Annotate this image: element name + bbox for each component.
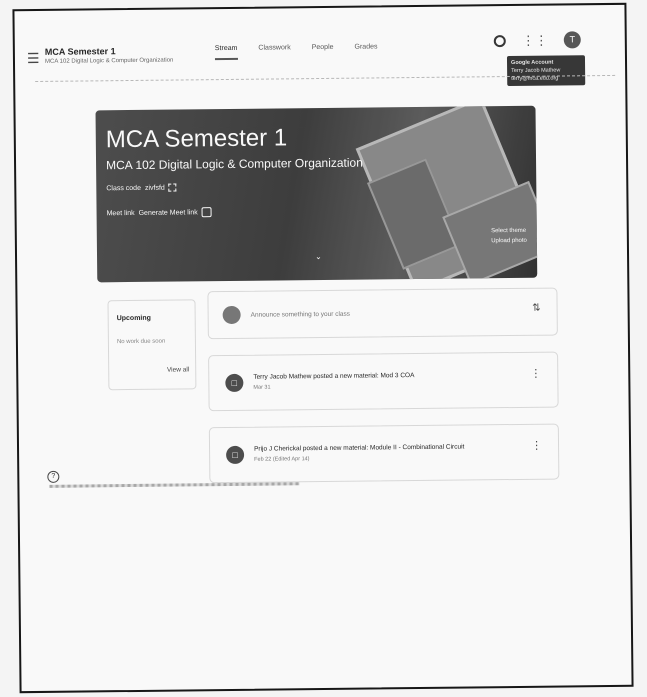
nav-tabs: Stream Classwork People Grades <box>214 43 378 61</box>
tab-grades[interactable]: Grades <box>354 43 377 58</box>
class-code-row: Class code zivfsfd <box>106 183 177 193</box>
class-name[interactable]: MCA Semester 1 <box>45 46 116 57</box>
top-icons: ⋮⋮ T <box>493 31 581 49</box>
meet-link-row: Meet link Generate Meet link <box>107 207 212 218</box>
meet-label: Meet link <box>106 209 135 217</box>
account-avatar[interactable]: T <box>563 31 581 49</box>
printed-page: ☰ MCA Semester 1 MCA 102 Digital Logic &… <box>12 2 634 694</box>
post-title[interactable]: Prijo J Cherickal posted a new material:… <box>254 444 464 453</box>
user-avatar <box>222 305 241 325</box>
horizontal-scrollbar[interactable] <box>49 482 300 488</box>
chevron-down-icon[interactable]: ⌄ <box>315 252 322 261</box>
tab-stream[interactable]: Stream <box>214 44 238 61</box>
apps-grid-icon[interactable]: ⋮⋮ <box>522 32 548 47</box>
more-options-icon[interactable]: ⋮ <box>530 368 541 380</box>
stream-post[interactable]: □ Prijo J Cherickal posted a new materia… <box>208 423 560 484</box>
tab-classwork[interactable]: Classwork <box>258 44 290 59</box>
fullscreen-icon[interactable] <box>168 183 177 192</box>
menu-icon[interactable]: ☰ <box>27 50 41 66</box>
help-icon[interactable]: ? <box>47 470 60 483</box>
settings-icon[interactable] <box>493 34 506 47</box>
tab-people[interactable]: People <box>312 44 334 59</box>
post-title[interactable]: Terry Jacob Mathew posted a new material… <box>253 372 414 381</box>
class-code-label: Class code <box>106 184 141 192</box>
class-subtitle: MCA 102 Digital Logic & Computer Organiz… <box>44 57 174 65</box>
post-date: Feb 22 (Edited Apr 14) <box>254 456 310 463</box>
announce-box[interactable]: Announce something to your class ⇅ <box>207 287 558 340</box>
upcoming-title: Upcoming <box>116 314 151 323</box>
material-icon: □ <box>225 373 244 393</box>
material-icon: □ <box>226 445 245 465</box>
account-tooltip: Google Account Terry Jacob Mathew terry@… <box>506 55 586 87</box>
banner-subtitle: MCA 102 Digital Logic & Computer Organiz… <box>106 155 363 173</box>
upcoming-text: No work due soon <box>116 338 166 346</box>
video-icon[interactable] <box>201 207 212 218</box>
class-banner: MCA Semester 1 MCA 102 Digital Logic & C… <box>95 105 538 283</box>
more-options-icon[interactable]: ⋮ <box>531 440 542 452</box>
theme-actions: Select theme Upload photo <box>491 226 527 246</box>
view-all-link[interactable]: View all <box>167 366 189 373</box>
banner-title: MCA Semester 1 <box>105 124 288 154</box>
upload-photo-button[interactable]: Upload photo <box>491 236 527 246</box>
post-date: Mar 31 <box>253 384 271 391</box>
stream-post[interactable]: □ Terry Jacob Mathew posted a new materi… <box>208 351 559 412</box>
generate-meet-link[interactable]: Generate Meet link <box>139 209 198 217</box>
select-theme-button[interactable]: Select theme <box>491 226 527 236</box>
upcoming-card: Upcoming No work due soon View all <box>107 299 197 391</box>
announce-placeholder[interactable]: Announce something to your class <box>251 311 350 319</box>
class-code-value[interactable]: zivfsfd <box>145 184 165 191</box>
repost-icon[interactable]: ⇅ <box>532 303 541 314</box>
